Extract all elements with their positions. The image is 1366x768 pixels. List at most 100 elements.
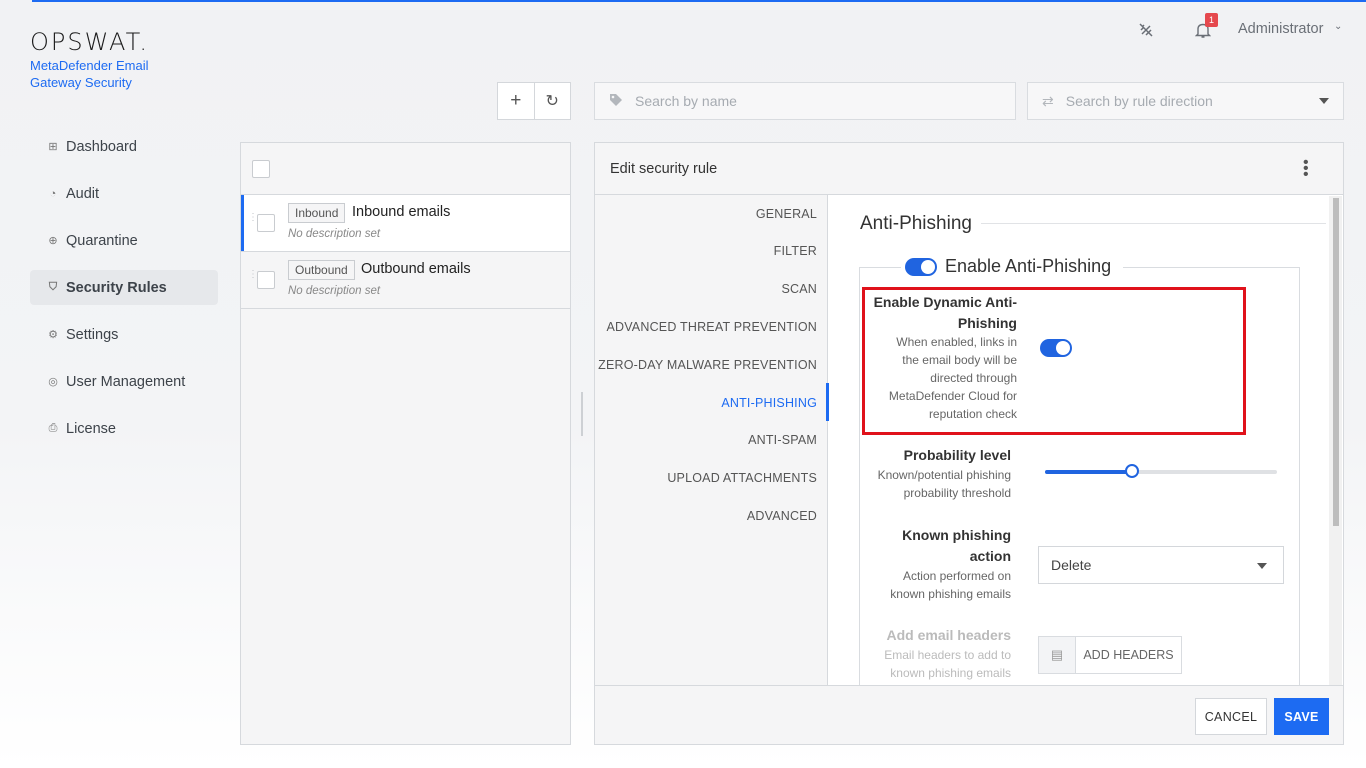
slider-handle[interactable] — [1125, 464, 1139, 478]
tab-anti-spam[interactable]: ANTI-SPAM — [748, 433, 817, 447]
audit-icon: ◔ — [49, 187, 57, 200]
known-action-label-line2: action — [969, 548, 1011, 564]
selected-action: Delete — [1051, 557, 1092, 573]
gear-icon: ⚙ — [48, 329, 58, 341]
quarantine-icon: ⊕ — [48, 235, 58, 247]
sidebar-item-security-rules[interactable]: ⛉ Security Rules — [30, 270, 218, 305]
product-name: MetaDefender Email Gateway Security — [30, 58, 149, 90]
add-headers-label: ADD HEADERS — [1083, 648, 1174, 662]
select-all-checkbox[interactable] — [252, 160, 270, 178]
rule-name: Inbound emails — [352, 204, 451, 220]
known-phishing-action-select[interactable]: Delete — [1038, 546, 1284, 584]
probability-hint-line1: Known/potential phishing — [877, 468, 1011, 482]
known-action-label-line1: Known phishing — [902, 527, 1011, 543]
sidebar-item-audit[interactable]: ◔ Audit — [30, 176, 218, 211]
sidebar-item-quarantine[interactable]: ⊕ Quarantine — [30, 223, 218, 258]
caret-down-icon — [1257, 563, 1267, 569]
section-title: Anti-Phishing — [860, 213, 972, 234]
slider-fill — [1045, 470, 1132, 474]
anti-phishing-settings: Anti-Phishing Enable Anti-Phishing Enabl… — [829, 196, 1329, 685]
sidebar-item-settings[interactable]: ⚙ Settings — [30, 317, 218, 352]
edit-rule-panel: Edit security rule • • • GENERAL FILTER SC… — [594, 142, 1344, 745]
user-menu[interactable]: Administrator — [1238, 21, 1323, 37]
tab-anti-phishing[interactable]: ANTI-PHISHING — [721, 396, 817, 410]
enable-anti-phishing-label: Enable Anti-Phishing — [945, 256, 1112, 276]
direction-tag: Outbound — [288, 260, 355, 280]
shield-icon: ⛉ — [48, 281, 58, 293]
refresh-button[interactable]: ↻ — [533, 83, 571, 119]
plus-icon: + — [510, 90, 522, 111]
refresh-icon: ↻ — [545, 93, 559, 110]
search-by-direction-select[interactable]: ⇄ Search by rule direction — [1027, 82, 1344, 120]
edit-panel-header: Edit security rule • • • — [595, 143, 1343, 195]
sidebar-item-label: Security Rules — [66, 279, 167, 296]
rule-actions: + ↻ — [497, 82, 571, 120]
sidebar-item-dashboard[interactable]: ⊞ Dashboard — [30, 129, 218, 164]
add-rule-button[interactable]: + — [498, 83, 534, 119]
rule-list: ⋮ Inbound Inbound emails No description … — [240, 142, 571, 745]
user-icon: ◎ — [48, 376, 58, 388]
rule-description: No description set — [288, 228, 381, 240]
sidebar-item-license[interactable]: ⎙ License — [30, 411, 218, 446]
direction-tag: Inbound — [288, 203, 346, 223]
known-action-hint-line1: Action performed on — [902, 569, 1011, 583]
chevron-down-icon[interactable]: ⌄ — [1334, 21, 1342, 32]
sidebar-item-label: Settings — [66, 326, 119, 343]
headers-hint-line1: Email headers to add to — [884, 648, 1011, 662]
top-accent-line — [32, 0, 1366, 2]
tab-scan[interactable]: SCAN — [781, 282, 817, 296]
panel-splitter[interactable] — [581, 392, 583, 436]
scrollbar-thumb[interactable] — [1333, 198, 1339, 526]
rule-tabs: GENERAL FILTER SCAN ADVANCED THREAT PREV… — [595, 195, 829, 685]
save-button[interactable]: SAVE — [1274, 698, 1329, 735]
license-icon: ⎙ — [48, 422, 58, 434]
sidebar-item-label: License — [66, 420, 116, 437]
cancel-button[interactable]: CANCEL — [1195, 698, 1267, 735]
headers-label: Add email headers — [886, 627, 1012, 643]
section-divider — [981, 223, 1326, 224]
search-by-direction-placeholder: Search by rule direction — [1065, 93, 1213, 109]
enable-anti-phishing-toggle-row: Enable Anti-Phishing — [901, 256, 1124, 277]
enable-anti-phishing-toggle[interactable] — [905, 257, 937, 276]
rule-row-inbound[interactable]: ⋮ Inbound Inbound emails No description … — [241, 195, 570, 252]
tab-zero-day-malware-prevention[interactable]: ZERO-DAY MALWARE PREVENTION — [598, 358, 817, 372]
probability-label: Probability level — [903, 447, 1011, 463]
known-action-hint-line2: known phishing emails — [890, 587, 1011, 601]
dashboard-icon: ⊞ — [48, 141, 58, 153]
rule-name: Outbound emails — [361, 261, 471, 277]
opswat-logo: OPSWAT. — [30, 28, 150, 56]
sidebar-item-label: Quarantine — [66, 232, 138, 249]
tag-icon — [609, 93, 623, 110]
tab-upload-attachments[interactable]: UPLOAD ATTACHMENTS — [667, 471, 817, 485]
unlink-icon[interactable] — [1136, 20, 1156, 40]
edit-panel-title: Edit security rule — [610, 161, 718, 177]
swap-icon: ⇄ — [1042, 92, 1054, 109]
caret-down-icon — [1319, 98, 1329, 104]
document-icon: ▤ — [1039, 637, 1076, 673]
search-by-name-input[interactable]: Search by name — [594, 82, 1016, 120]
edit-panel-footer: CANCEL SAVE — [595, 685, 1343, 744]
tab-advanced-threat-prevention[interactable]: ADVANCED THREAT PREVENTION — [606, 320, 817, 334]
highlight-box — [862, 287, 1246, 435]
rule-description: No description set — [288, 285, 381, 297]
probability-slider[interactable] — [1045, 464, 1277, 478]
notification-badge: 1 — [1205, 13, 1218, 27]
rule-checkbox[interactable] — [257, 271, 275, 289]
rule-list-header — [241, 143, 570, 195]
headers-hint-line2: known phishing emails — [890, 666, 1011, 680]
tab-filter[interactable]: FILTER — [774, 244, 817, 258]
sidebar-item-label: Audit — [66, 185, 100, 202]
rule-row-outbound[interactable]: ⋮ Outbound Outbound emails No descriptio… — [241, 252, 570, 309]
sidebar-nav: ⊞ Dashboard ◔ Audit ⊕ Quarantine ⛉ Secur… — [30, 129, 218, 458]
rule-checkbox[interactable] — [257, 214, 275, 232]
sidebar-item-label: Dashboard — [66, 138, 137, 155]
search-by-name-placeholder: Search by name — [635, 93, 737, 109]
sidebar-item-label: User Management — [66, 373, 186, 390]
add-headers-button[interactable]: ▤ ADD HEADERS — [1038, 636, 1182, 674]
content-scrollbar[interactable] — [1329, 196, 1342, 685]
probability-hint-line2: probability threshold — [903, 486, 1011, 500]
tab-advanced[interactable]: ADVANCED — [747, 509, 817, 523]
tab-general[interactable]: GENERAL — [756, 207, 817, 221]
sidebar-item-user-management[interactable]: ◎ User Management — [30, 364, 218, 399]
more-options-icon[interactable]: • • • — [1303, 155, 1309, 183]
